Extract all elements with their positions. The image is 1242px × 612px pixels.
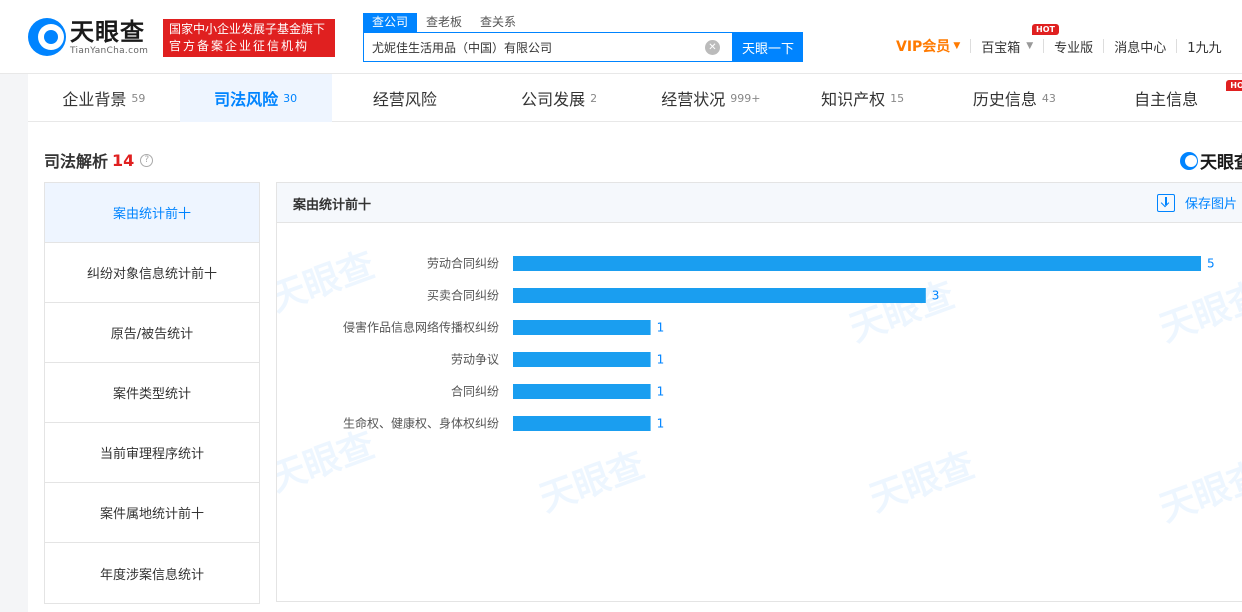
bar-value-label: 5 (1207, 257, 1215, 271)
side-item-dispute-party-top10[interactable]: 纠纷对象信息统计前十 (45, 243, 259, 303)
baibaoxiang-link[interactable]: 百宝箱 (981, 37, 1020, 56)
bar[interactable] (513, 416, 651, 431)
section-title: 司法解析 14 ? (44, 148, 154, 172)
search-input[interactable] (364, 33, 694, 61)
tab-operating-status[interactable]: 经营状况 999+ (635, 74, 787, 122)
vip-link[interactable]: VIP会员 (896, 36, 950, 56)
search-box: ✕ (363, 32, 733, 62)
bar-category-label: 合同纠纷 (451, 384, 499, 399)
tab-enterprise-background[interactable]: 企业背景 59 (28, 74, 180, 122)
category-tabs: 企业背景 59 司法风险 30 经营风险 公司发展 2 经营状况 999+ 知识产权 15… (28, 74, 1242, 122)
bar-value-label: 1 (657, 385, 665, 399)
top-header: 天眼查 TianYanCha.com 国家中小企业发展子基金旗下 官方备案企业征… (0, 0, 1242, 74)
search-tab-company[interactable]: 查公司 (363, 13, 418, 32)
bar[interactable] (513, 288, 926, 303)
nav-divider (1103, 39, 1105, 53)
bar-category-label: 侵害作品信息网络传播权纠纷 (343, 320, 499, 335)
top-nav: VIP会员 ▼ 百宝箱 ▼ 专业版 消息中心 1九九 (896, 36, 1221, 56)
tab-intellectual-property[interactable]: 知识产权 15 (787, 74, 939, 122)
nav-divider (1043, 39, 1045, 53)
logo-domain: TianYanCha.com (70, 46, 149, 56)
site-logo[interactable]: 天眼查 TianYanCha.com (28, 18, 148, 60)
vip-chevron-down-icon: ▼ (953, 41, 961, 51)
brand-eye-icon (1180, 151, 1198, 170)
side-item-yearly-cases[interactable]: 年度涉案信息统计 (45, 543, 259, 603)
brand-mark: 天眼查 (1180, 148, 1242, 173)
baibaoxiang-chevron-down-icon: ▼ (1026, 41, 1034, 51)
bar[interactable] (513, 256, 1201, 271)
side-item-case-cause-top10[interactable]: 案由统计前十 (45, 183, 259, 243)
message-center-link[interactable]: 消息中心 (1114, 37, 1166, 56)
logo-eye-icon (28, 18, 66, 56)
nav-divider (970, 39, 972, 53)
judicial-analysis-section: 司法解析 14 ? 天眼查 案由统计前十 纠纷对象信息统计前十 原告/被告统计 … (28, 122, 1242, 612)
bar-value-label: 1 (657, 321, 665, 335)
search-type-tabs: 查公司 查老板 查关系 (363, 13, 525, 32)
hot-badge: HOT (1226, 80, 1242, 91)
official-slogan-badge: 国家中小企业发展子基金旗下 官方备案企业征信机构 (163, 19, 335, 57)
search-tab-boss[interactable]: 查老板 (417, 13, 471, 32)
tab-history-info[interactable]: 历史信息 43 (939, 74, 1091, 122)
clear-search-icon[interactable]: ✕ (705, 40, 720, 55)
search-tab-relation[interactable]: 查关系 (471, 13, 525, 32)
chart-panel-title: 案由统计前十 (293, 198, 372, 213)
section-count: 14 (112, 150, 135, 170)
user-account-link[interactable]: 1九九 (1187, 37, 1221, 56)
bar-value-label: 1 (657, 417, 665, 431)
tab-self-info[interactable]: 自主信息 HOT (1090, 74, 1242, 122)
bar-category-label: 买卖合同纠纷 (427, 288, 499, 303)
nav-divider (1176, 39, 1178, 53)
bar-category-label: 劳动争议 (451, 353, 499, 367)
chart-panel-header: 案由统计前十 保存图片 (277, 183, 1242, 223)
tab-judicial-risk[interactable]: 司法风险 30 (179, 74, 332, 122)
analysis-side-menu: 案由统计前十 纠纷对象信息统计前十 原告/被告统计 案件类型统计 当前审理程序统… (44, 182, 260, 604)
tab-company-development[interactable]: 公司发展 2 (483, 74, 635, 122)
side-item-trial-procedure[interactable]: 当前审理程序统计 (45, 423, 259, 483)
bar-value-label: 1 (657, 353, 665, 367)
bar-category-label: 劳动合同纠纷 (427, 256, 499, 271)
save-image-button[interactable]: 保存图片 (1157, 193, 1237, 212)
side-item-plaintiff-defendant[interactable]: 原告/被告统计 (45, 303, 259, 363)
bar-value-label: 3 (932, 289, 940, 303)
hot-badge: HOT (1032, 24, 1059, 35)
search-button[interactable]: 天眼一下 (733, 32, 803, 62)
bar[interactable] (513, 352, 651, 367)
side-item-case-location-top10[interactable]: 案件属地统计前十 (45, 483, 259, 543)
logo-text: 天眼查 (70, 18, 145, 46)
chart-panel: 案由统计前十 保存图片 天眼查 天眼查 天眼查 天眼查 天眼查 天眼查 天眼查 … (276, 182, 1242, 602)
download-icon (1157, 193, 1175, 212)
bar[interactable] (513, 320, 651, 335)
bar-category-label: 生命权、健康权、身体权纠纷 (343, 416, 499, 431)
case-cause-bar-chart: 劳动合同纠纷 5 买卖合同纠纷 3 侵害作品信息网络传播权纠纷 1 劳动争议 1 合同纠纷 1 生命… (343, 256, 1215, 431)
pro-version-link[interactable]: 专业版 (1054, 37, 1093, 56)
help-icon[interactable]: ? (140, 153, 154, 167)
tab-operating-risk[interactable]: 经营风险 (332, 74, 484, 122)
bar[interactable] (513, 384, 651, 399)
side-item-case-type[interactable]: 案件类型统计 (45, 363, 259, 423)
